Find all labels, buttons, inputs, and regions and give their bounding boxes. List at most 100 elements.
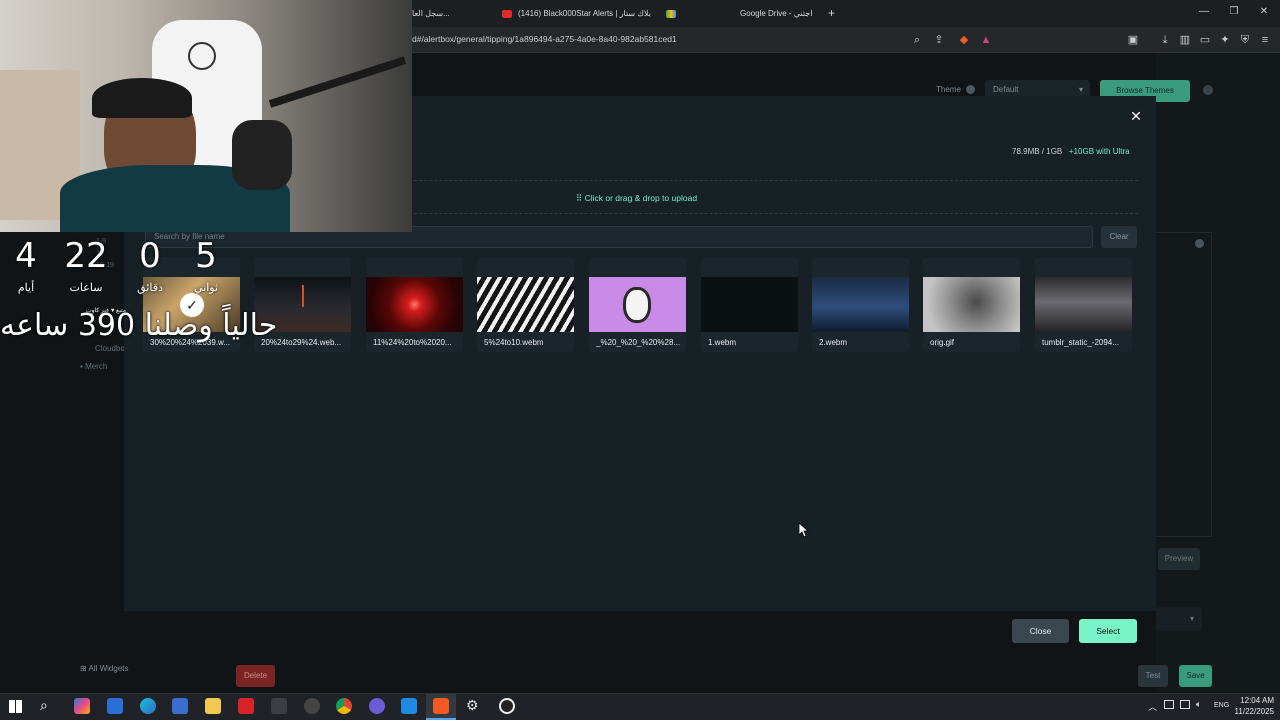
file-card[interactable]: 2.webm (812, 257, 909, 352)
clear-button[interactable]: Clear (1101, 226, 1137, 248)
upload-label: Click or drag & drop to upload (584, 193, 698, 203)
browser-tab-active[interactable]: (1416) Black000Star Alerts | بلاك ستار (502, 0, 651, 27)
brave-icon[interactable] (433, 698, 449, 714)
app-icon[interactable] (401, 698, 417, 714)
timer-hours: 22 (64, 236, 108, 276)
delete-label: Delete (243, 671, 268, 680)
file-card[interactable]: 1.webm (701, 257, 798, 352)
clock-date: 11/22/2025 (1234, 707, 1274, 716)
sidebar-toggle-icon[interactable]: ▣ (1126, 33, 1140, 47)
youtube-icon (502, 9, 512, 18)
volume-icon[interactable]: 🔈︎ (1196, 699, 1201, 710)
file-card[interactable]: 11%24%20to%2020... (366, 257, 463, 352)
minimize-icon[interactable]: — (1196, 6, 1212, 17)
browser-tab[interactable]: سجل العا... (412, 0, 450, 27)
browser-tab[interactable] (666, 0, 682, 27)
preview-label: Preview (1164, 554, 1194, 563)
thumbnail-detail (302, 285, 304, 307)
file-card[interactable]: 5%24to10.webm (477, 257, 574, 352)
new-tab-button[interactable]: + (828, 0, 835, 27)
file-name: 2.webm (819, 338, 848, 347)
windows-taskbar (0, 693, 1280, 720)
select-button[interactable]: Select (1079, 619, 1137, 643)
delete-button[interactable]: Delete (236, 665, 275, 687)
sidebar-item-merch[interactable]: ▪ Merch (80, 362, 107, 371)
system-clock[interactable]: 12:04 AM 11/22/2025 (1232, 695, 1274, 717)
outlook-icon[interactable] (107, 698, 123, 714)
leo-ai-icon[interactable]: ✦ (1218, 33, 1232, 47)
storage-usage: 78.9MB / 1GB +10GB with Ultra (1012, 147, 1130, 156)
all-widgets-label: All Widgets (88, 664, 129, 673)
timer-hours-label: ساعات (69, 282, 103, 294)
save-button[interactable]: Save (1179, 665, 1212, 687)
rewards-icon[interactable]: ▲ (979, 33, 993, 47)
test-button[interactable]: Test (1138, 665, 1168, 687)
terminal-icon[interactable] (271, 698, 287, 714)
brave-shield-icon[interactable]: ◆ (957, 33, 971, 47)
file-explorer-icon[interactable] (205, 698, 221, 714)
search-icon[interactable]: ⌕ (40, 697, 48, 714)
preview-panel (1156, 232, 1212, 537)
file-name: _%20_%20_%20%28... (596, 338, 681, 347)
tab-label: سجل العا... (412, 9, 450, 18)
settings-icon[interactable] (1195, 239, 1204, 248)
browse-themes-label: Browse Themes (1116, 86, 1174, 95)
timer-seconds-label: ثواني (193, 282, 219, 294)
windows-start-icon[interactable] (9, 700, 22, 713)
file-card[interactable]: orig.gif (923, 257, 1020, 352)
timer-days: 4 (15, 236, 37, 276)
microphone (232, 120, 292, 190)
url-text[interactable]: d#/alertbox/general/tipping/1a896494-a27… (412, 34, 677, 44)
share-icon[interactable]: ⇪ (932, 33, 946, 47)
help-icon[interactable] (1203, 85, 1213, 95)
copilot-icon[interactable] (74, 698, 90, 714)
tray-app-icon[interactable] (1164, 700, 1174, 709)
sidebar-item-label: Cloudbo (95, 344, 125, 353)
vpn-icon[interactable]: ⛨ (1238, 33, 1252, 47)
network-icon[interactable] (1180, 700, 1190, 709)
close-icon[interactable]: ✕ (1128, 108, 1144, 124)
theme-select-value: Default (993, 85, 1019, 94)
language-indicator[interactable]: ENG (1214, 702, 1229, 709)
file-card[interactable]: _%20_%20_%20%28... (589, 257, 686, 352)
browser-tab[interactable]: Google Drive - اجتني (740, 0, 812, 27)
menu-icon[interactable]: ≡ (1258, 33, 1272, 47)
webcam-feed (0, 0, 412, 232)
chrome-icon[interactable] (336, 698, 352, 714)
panel-icon[interactable]: ▥ (1178, 33, 1192, 47)
file-card[interactable]: tumblr_static_-2094... (1035, 257, 1132, 352)
close-window-icon[interactable]: ✕ (1256, 6, 1272, 17)
wallet-icon[interactable]: ▭ (1198, 33, 1212, 47)
store-icon[interactable] (172, 698, 188, 714)
info-icon (966, 85, 975, 94)
file-name: 5%24to10.webm (484, 338, 544, 347)
restore-icon[interactable]: ❐ (1226, 6, 1242, 17)
dropdown-select[interactable]: ▾ (1156, 607, 1202, 631)
sidebar-item-label: Merch (85, 362, 108, 371)
file-name: 11%24%20to%2020... (373, 338, 452, 347)
download-icon[interactable]: ⤓ (1158, 33, 1172, 47)
edge-icon[interactable] (140, 698, 156, 714)
file-name: 1.webm (708, 338, 737, 347)
storage-upgrade-link[interactable]: +10GB with Ultra (1069, 147, 1130, 156)
timer-days-label: أيام (17, 282, 35, 294)
tray-chevron-icon[interactable]: ︿ (1148, 700, 1157, 713)
zoom-icon[interactable]: ⌕ (910, 33, 924, 47)
close-button[interactable]: Close (1012, 619, 1069, 643)
clock-time: 12:04 AM (1240, 696, 1274, 705)
upload-prompt[interactable]: ⠿ Click or drag & drop to upload (576, 193, 697, 204)
sidebar-item-cloudbot[interactable]: Cloudbo (95, 344, 125, 353)
media-player-icon[interactable] (499, 698, 515, 714)
wps-office-icon[interactable] (238, 698, 254, 714)
headphones (92, 78, 192, 118)
settings-gear-icon[interactable]: ⚙ (466, 697, 479, 714)
mouse-cursor-icon (799, 523, 809, 538)
all-widgets-link[interactable]: ⊞ All Widgets (80, 664, 129, 673)
file-thumbnail (923, 277, 1020, 332)
discord-icon[interactable] (369, 698, 385, 714)
file-thumbnail (477, 277, 574, 332)
obs-icon[interactable] (304, 698, 320, 714)
file-thumbnail (812, 277, 909, 332)
drive-icon (666, 9, 676, 18)
preview-button[interactable]: Preview (1158, 548, 1200, 570)
